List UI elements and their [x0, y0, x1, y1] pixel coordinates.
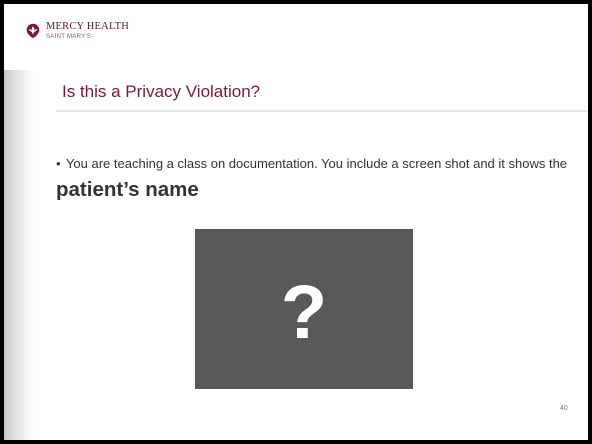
bullet-symbol: •	[56, 156, 61, 171]
slide: MERCY HEALTH SAINT MARY'S Is this a Priv…	[4, 4, 588, 440]
logo-subtitle: SAINT MARY'S	[46, 33, 92, 40]
image-placeholder: ?	[195, 229, 413, 389]
mercy-health-logo: MERCY HEALTH SAINT MARY'S	[24, 21, 130, 40]
title-divider	[56, 110, 588, 112]
mercy-health-logo-icon	[26, 23, 40, 39]
bullet-emphasis: patient’s name	[56, 178, 199, 201]
bullet-text: • You are teaching a class on documentat…	[56, 151, 576, 205]
slide-title: Is this a Privacy Violation?	[62, 82, 261, 101]
logo-name: MERCY HEALTH	[46, 21, 130, 32]
bullet-body: You are teaching a class on documentatio…	[65, 156, 568, 171]
question-mark: ?	[280, 270, 328, 355]
page-number: 40	[560, 405, 568, 412]
